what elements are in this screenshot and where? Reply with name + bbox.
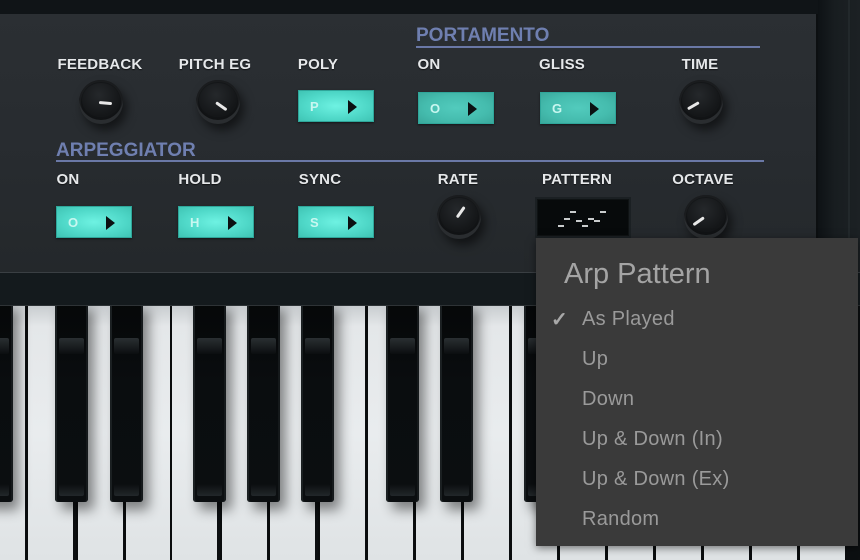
arp-pattern-label: PATTERN [541,171,613,188]
pattern-step [582,225,588,227]
menu-item-random[interactable]: Random [536,500,858,540]
pattern-step [600,211,606,213]
arp-hold-toggle[interactable]: H [178,206,254,238]
black-key[interactable] [247,306,280,502]
portamento-time-knob[interactable] [679,80,723,124]
portamento-on-toggle[interactable]: O [418,92,494,124]
menu-item-label: Up [582,348,609,370]
menu-item-label: As Played [582,308,675,330]
play-triangle-icon [348,216,357,230]
knob-indicator [686,101,700,111]
arp-pattern-menu[interactable]: Arp Pattern ✓ As Played Up Down Up & Dow… [536,238,858,546]
arp-octave-label: OCTAVE [672,171,734,188]
toggle-letter: S [310,215,319,230]
play-triangle-icon [106,216,115,230]
knob-indicator [692,216,705,227]
toggle-letter: O [68,215,79,230]
arp-on-label: ON [56,171,80,188]
toggle-letter: P [310,99,319,114]
arp-sync-toggle[interactable]: S [298,206,374,238]
arp-sync-label: SYNC [298,171,342,188]
arp-rate-knob[interactable] [437,195,481,239]
gliss-label: GLISS [538,56,586,73]
play-triangle-icon [468,102,477,116]
black-key[interactable] [440,306,473,502]
arp-on-toggle[interactable]: O [56,206,132,238]
pitch-eg-knob[interactable] [196,80,240,124]
play-triangle-icon [348,100,357,114]
knob-indicator [455,205,466,219]
pattern-step [594,220,600,222]
black-key[interactable] [386,306,419,502]
time-label: TIME [681,56,719,73]
menu-item-label: Down [582,388,635,410]
top-strip [0,0,860,14]
poly-label: POLY [297,56,339,73]
menu-item-up-down-in[interactable]: Up & Down (In) [536,420,858,460]
black-key[interactable] [193,306,226,502]
gliss-toggle[interactable]: G [540,92,616,124]
feedback-knob[interactable] [79,80,123,124]
black-key[interactable] [110,306,143,502]
pattern-step [576,220,582,222]
menu-item-label: Random [582,508,660,530]
toggle-letter: O [430,101,441,116]
poly-toggle[interactable]: P [298,90,374,122]
arp-pattern-display[interactable] [535,197,631,238]
feedback-label: FEEDBACK [57,56,143,73]
portamento-section-title: PORTAMENTO [416,25,550,46]
knob-indicator [215,101,228,112]
menu-item-up-down-ex[interactable]: Up & Down (Ex) [536,460,858,500]
menu-item-up[interactable]: Up [536,340,858,380]
arp-hold-label: HOLD [178,171,222,188]
play-triangle-icon [228,216,237,230]
pattern-step [558,225,564,227]
pattern-step [564,218,570,220]
black-key[interactable] [55,306,88,502]
black-key[interactable] [0,306,13,502]
pattern-step [570,211,576,213]
arp-rate-label: RATE [437,171,479,188]
knob-indicator [98,101,113,106]
menu-item-as-played[interactable]: ✓ As Played [536,300,858,340]
play-triangle-icon [590,102,599,116]
black-key[interactable] [301,306,334,502]
portamento-section-rule [416,46,760,48]
toggle-letter: G [552,101,563,116]
menu-title: Arp Pattern [564,258,711,290]
pitch-eg-label: PITCH EG [178,56,252,73]
arpeggiator-section-title: ARPEGGIATOR [56,140,196,161]
toggle-letter: H [190,215,200,230]
menu-item-label: Up & Down (In) [582,428,723,450]
menu-item-down[interactable]: Down [536,380,858,420]
menu-item-label: Up & Down (Ex) [582,468,730,490]
portamento-on-label: ON [417,56,441,73]
arp-octave-knob[interactable] [684,195,728,239]
checkmark-icon: ✓ [551,309,568,331]
arpeggiator-section-rule [56,160,764,162]
